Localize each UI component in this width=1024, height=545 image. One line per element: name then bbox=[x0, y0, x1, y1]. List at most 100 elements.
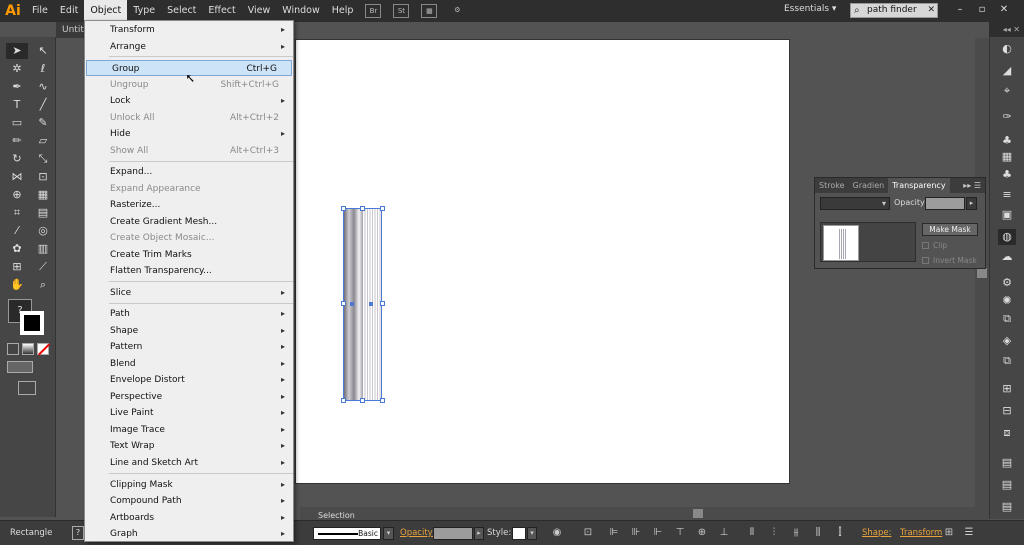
arrange-documents-icon[interactable]: ▦ bbox=[421, 4, 438, 18]
menu-item-rasterize[interactable]: Rasterize... bbox=[85, 197, 293, 213]
cc-libraries-icon[interactable]: ☁ bbox=[998, 249, 1016, 265]
appearance-icon[interactable]: ♣ bbox=[998, 167, 1016, 183]
menu-item-compound-path[interactable]: Compound Path ▸ bbox=[85, 493, 293, 509]
shape-builder-tool-icon[interactable]: ⊕ bbox=[6, 187, 28, 203]
curvature-tool-icon[interactable]: ∿ bbox=[32, 79, 54, 95]
menu-item-expand-appearance[interactable]: Expand Appearance bbox=[85, 181, 293, 197]
menu-item-envelope-distort[interactable]: Envelope Distort ▸ bbox=[85, 372, 293, 388]
symbol-sprayer-tool-icon[interactable]: ✿ bbox=[6, 241, 28, 257]
menu-item-unlock-all[interactable]: Unlock All Alt+Ctrl+2 bbox=[85, 110, 293, 126]
menu-select[interactable]: Select bbox=[161, 0, 202, 22]
selection-tool-icon[interactable]: ➤ bbox=[6, 43, 28, 59]
menu-item-hide[interactable]: Hide ▸ bbox=[85, 126, 293, 142]
invert-mask-checkbox-box[interactable] bbox=[922, 257, 929, 264]
column-graph-tool-icon[interactable]: ▥ bbox=[32, 241, 54, 257]
menu-help[interactable]: Help bbox=[326, 0, 360, 22]
type-tool-icon[interactable]: T bbox=[6, 97, 28, 113]
eraser-tool-icon[interactable]: ▱ bbox=[32, 133, 54, 149]
artboards-panel-icon[interactable]: ⧉ bbox=[998, 353, 1016, 369]
menu-item-create-trim-marks[interactable]: Create Trim Marks bbox=[85, 247, 293, 263]
direct-selection-tool-icon[interactable]: ↖ bbox=[32, 43, 54, 59]
align-bottom-icon[interactable]: ⊥ bbox=[717, 526, 731, 540]
lasso-tool-icon[interactable]: ℓ bbox=[32, 61, 54, 77]
width-tool-icon[interactable]: ⋈ bbox=[6, 169, 28, 185]
perspective-grid-tool-icon[interactable]: ▦ bbox=[32, 187, 54, 203]
minimize-button[interactable]: – bbox=[952, 3, 968, 17]
tab-transparency[interactable]: Transparency bbox=[888, 178, 950, 193]
distribute-middle-icon[interactable]: ⫶ bbox=[767, 526, 781, 540]
clip-checkbox-box[interactable] bbox=[922, 242, 929, 249]
stroke-swatch[interactable] bbox=[20, 311, 44, 335]
shape-link[interactable]: Shape: bbox=[862, 528, 891, 538]
menu-item-transform[interactable]: Transform ▸ bbox=[85, 22, 293, 38]
paragraph-panel-icon[interactable]: ▤ bbox=[998, 477, 1016, 493]
menu-item-flatten-transparency[interactable]: Flatten Transparency... bbox=[85, 263, 293, 279]
selection-handle[interactable] bbox=[360, 206, 365, 211]
menu-item-lock[interactable]: Lock ▸ bbox=[85, 93, 293, 109]
opacity-slider-arrow-icon[interactable]: ▸ bbox=[966, 197, 977, 210]
fill-stroke-swatches[interactable]: ? bbox=[8, 299, 46, 337]
free-transform-tool-icon[interactable]: ⊡ bbox=[32, 169, 54, 185]
menu-item-perspective[interactable]: Perspective ▸ bbox=[85, 389, 293, 405]
stock-icon[interactable]: St bbox=[393, 4, 410, 18]
swatches-icon[interactable]: ⌖ bbox=[998, 83, 1016, 99]
distribute-bottom-icon[interactable]: ⫵ bbox=[789, 526, 803, 540]
search-input[interactable]: ⌕ path finder ✕ bbox=[850, 3, 938, 18]
gradient-mode-button[interactable] bbox=[22, 343, 34, 355]
stroke-profile-select[interactable]: Basic bbox=[313, 527, 381, 540]
layers-icon[interactable]: ◈ bbox=[998, 333, 1016, 349]
align-middle-icon[interactable]: ⊕ bbox=[695, 526, 709, 540]
align-to-icon[interactable]: ⊡ bbox=[581, 526, 595, 540]
clear-search-icon[interactable]: ✕ bbox=[927, 4, 935, 17]
horizontal-scroll-thumb[interactable] bbox=[693, 509, 703, 518]
gpu-performance-icon[interactable]: ⚙ bbox=[449, 4, 465, 18]
hand-tool-icon[interactable]: ✋ bbox=[6, 277, 28, 293]
paintbrush-tool-icon[interactable]: ✎ bbox=[32, 115, 54, 131]
screen-mode-icon[interactable] bbox=[18, 381, 36, 395]
menu-window[interactable]: Window bbox=[276, 0, 325, 22]
tab-stroke[interactable]: Stroke bbox=[815, 178, 849, 193]
menu-item-live-paint[interactable]: Live Paint ▸ bbox=[85, 405, 293, 421]
rectangle-tool-icon[interactable]: ▭ bbox=[6, 115, 28, 131]
asset-export-icon[interactable]: ⚙ bbox=[998, 275, 1016, 291]
blend-tool-icon[interactable]: ◎ bbox=[32, 223, 54, 239]
menu-item-arrange[interactable]: Arrange ▸ bbox=[85, 39, 293, 55]
invert-mask-checkbox[interactable]: Invert Mask bbox=[922, 256, 977, 265]
menu-item-show-all[interactable]: Show All Alt+Ctrl+3 bbox=[85, 143, 293, 159]
pen-tool-icon[interactable]: ✒ bbox=[6, 79, 28, 95]
graphic-style-swatch[interactable] bbox=[512, 527, 526, 540]
stroke-profile-dropdown-icon[interactable]: ▾ bbox=[383, 527, 394, 540]
selection-handle[interactable] bbox=[380, 398, 385, 403]
selection-handle[interactable] bbox=[341, 398, 346, 403]
menu-item-clipping-mask[interactable]: Clipping Mask ▸ bbox=[85, 477, 293, 493]
transparency-panel-icon[interactable]: ◍ bbox=[998, 229, 1016, 245]
transform-panel-icon[interactable]: ⊟ bbox=[998, 403, 1016, 419]
menu-item-create-object-mosaic[interactable]: Create Object Mosaic... bbox=[85, 230, 293, 246]
align-center-icon[interactable]: ⊪ bbox=[629, 526, 643, 540]
menu-view[interactable]: View bbox=[242, 0, 277, 22]
recolor-artwork-icon[interactable]: ◉ bbox=[550, 526, 564, 540]
gradient-panel-icon[interactable]: ▣ bbox=[998, 207, 1016, 223]
color-guide-icon[interactable]: ◢ bbox=[998, 63, 1016, 79]
none-mode-button[interactable] bbox=[37, 343, 51, 356]
artboard-tool-icon[interactable]: ⊞ bbox=[6, 259, 28, 275]
align-panel-icon[interactable]: ⊞ bbox=[998, 381, 1016, 397]
distribute-top-icon[interactable]: ⫴ bbox=[745, 526, 759, 540]
distribute-left-icon[interactable]: ⫼ bbox=[811, 526, 825, 540]
symbols-icon[interactable]: ♣ bbox=[998, 133, 1016, 149]
vertical-scroll-thumb[interactable] bbox=[977, 268, 987, 278]
menu-object[interactable]: Object bbox=[84, 0, 128, 22]
brushes-icon[interactable]: ✑ bbox=[998, 109, 1016, 125]
opacity-arrow-icon[interactable]: ▸ bbox=[474, 527, 484, 540]
menu-type[interactable]: Type bbox=[127, 0, 161, 22]
menu-item-shape[interactable]: Shape ▸ bbox=[85, 323, 293, 339]
selection-bounding-box[interactable] bbox=[343, 208, 382, 401]
menu-item-slice[interactable]: Slice ▸ bbox=[85, 285, 293, 301]
transform-link[interactable]: Transform bbox=[900, 528, 942, 538]
align-top-icon[interactable]: ⊤ bbox=[673, 526, 687, 540]
mesh-tool-icon[interactable]: ⌗ bbox=[6, 205, 28, 221]
draw-mode-button[interactable] bbox=[7, 361, 33, 373]
selection-handle[interactable] bbox=[341, 301, 346, 306]
menu-edit[interactable]: Edit bbox=[54, 0, 84, 22]
distribute-right-icon[interactable]: ⫿ bbox=[833, 526, 847, 540]
